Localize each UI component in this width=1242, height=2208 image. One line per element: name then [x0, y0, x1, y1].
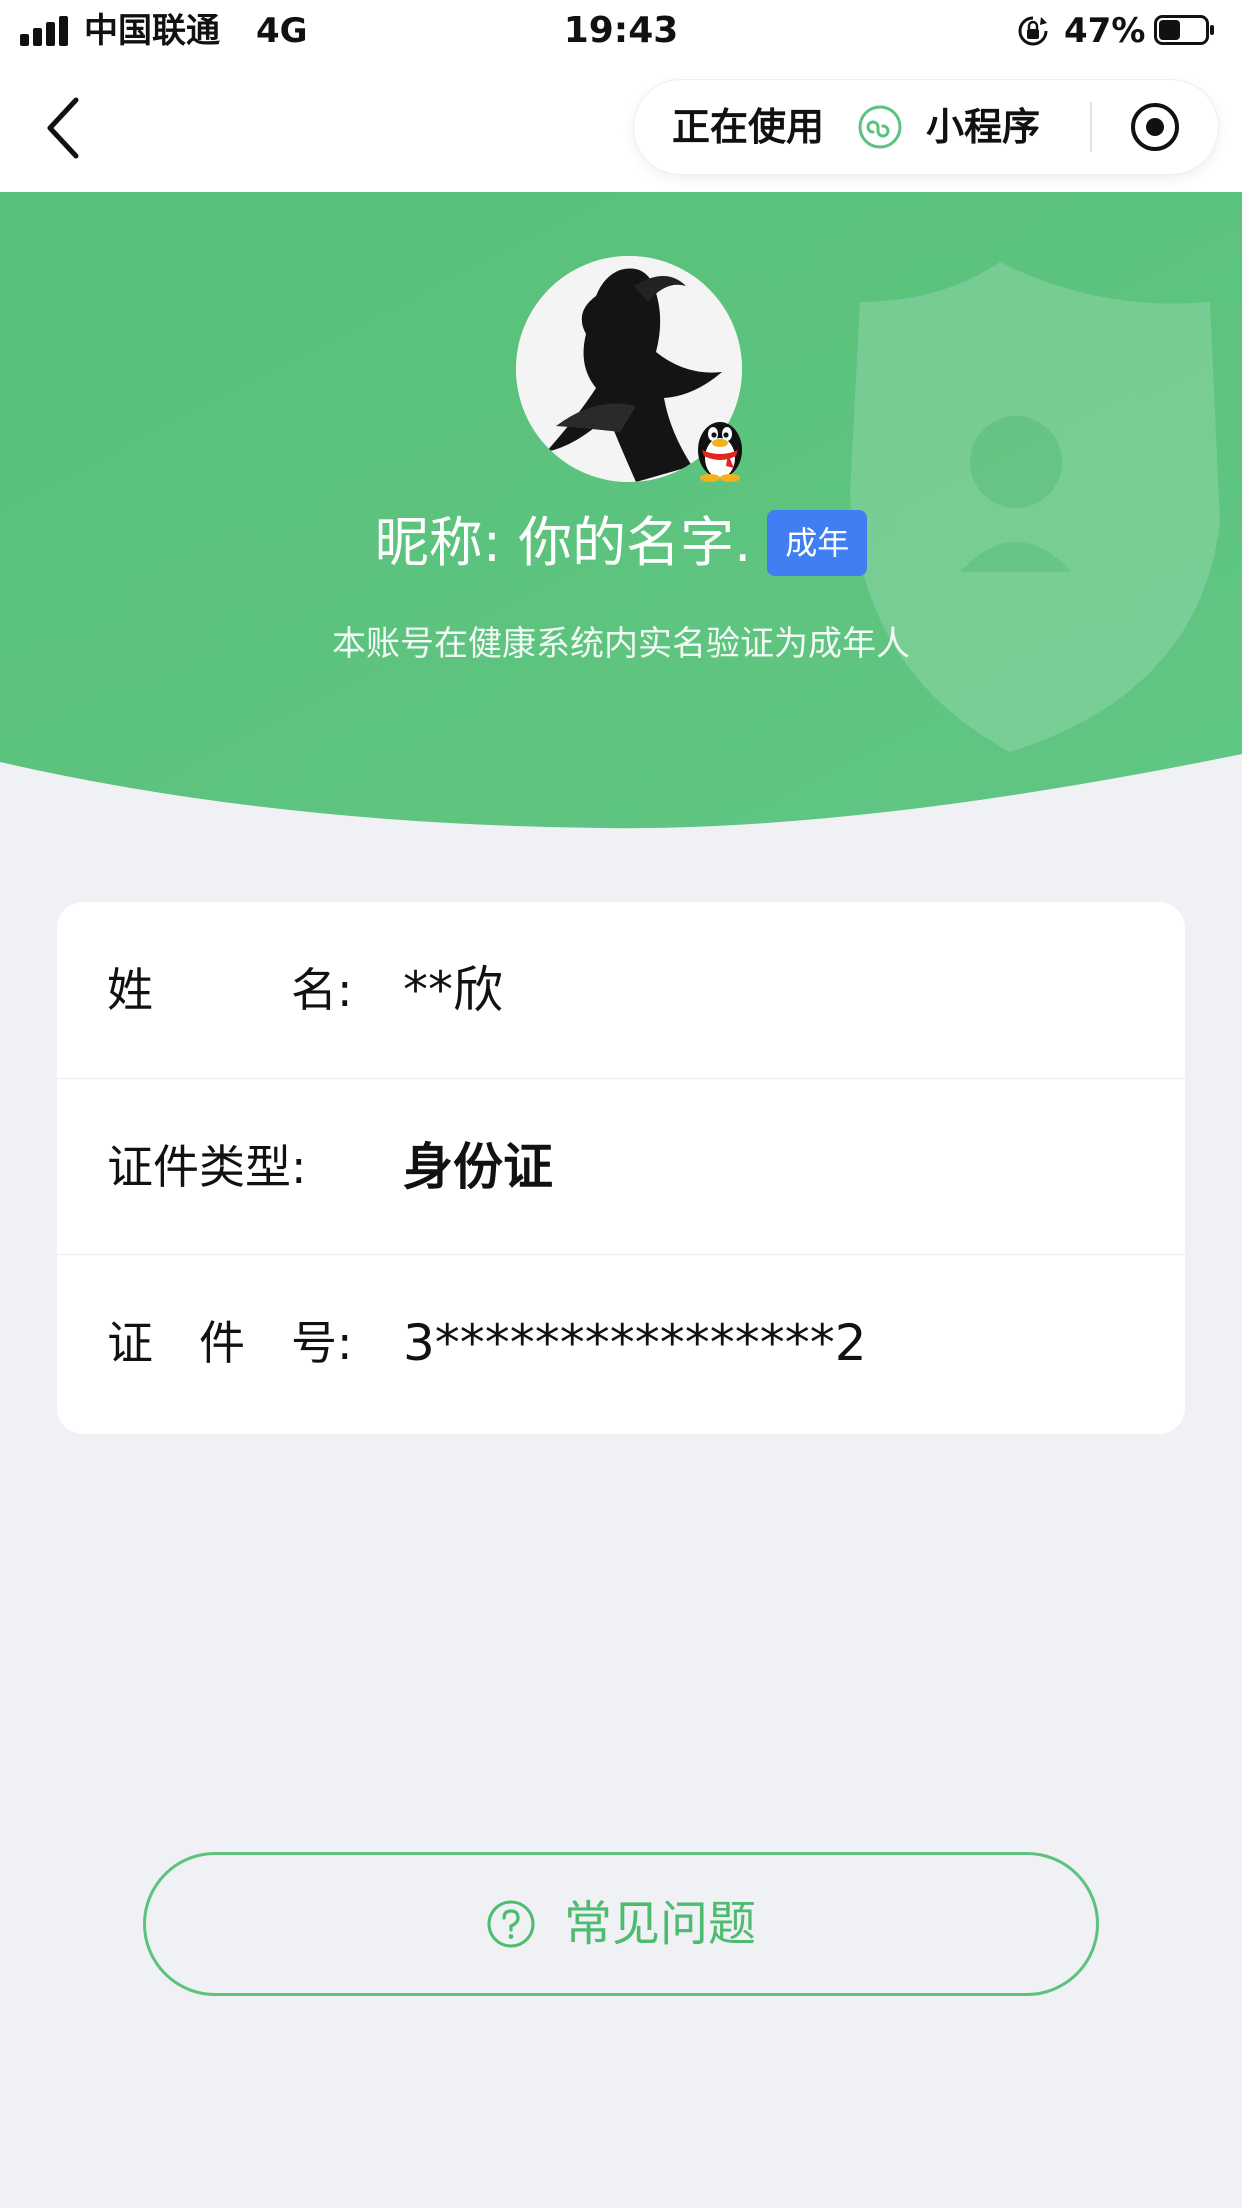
back-arrow-icon[interactable] — [36, 92, 96, 164]
page: 中国联通 4G 19:43 47% 正在使用 小程序 昵称: 你的名字. 成年 … — [0, 0, 1242, 2208]
info-row-id-number: 证 件 号: 3****************2 — [57, 1254, 1185, 1431]
adult-tag: 成年 — [767, 510, 868, 576]
id-type-value: 身份证 — [403, 1138, 553, 1196]
capsule-using-label[interactable]: 正在使用 — [672, 80, 824, 174]
nickname-row: 昵称: 你的名字. 成年 — [0, 508, 1242, 578]
profile-header: 昵称: 你的名字. 成年 本账号在健康系统内实名验证为成年人 — [0, 192, 1242, 832]
name-label: 姓 名: — [107, 963, 353, 1017]
question-circle-icon — [487, 1900, 535, 1948]
id-type-label: 证件类型: — [107, 1140, 307, 1194]
verification-note: 本账号在健康系统内实名验证为成年人 — [332, 624, 910, 664]
info-row-name: 姓 名: **欣 — [57, 902, 1185, 1078]
faq-label: 常见问题 — [563, 1896, 756, 1952]
mini-program-capsule: 正在使用 小程序 — [634, 80, 1218, 174]
identity-info-card: 姓 名: **欣 证件类型: 身份证 证 件 号: 3*************… — [57, 902, 1185, 1434]
status-bar: 中国联通 4G 19:43 47% — [0, 0, 1242, 64]
rotation-lock-icon — [1018, 16, 1048, 46]
status-time: 19:43 — [563, 10, 679, 51]
close-target-icon[interactable] — [1129, 101, 1181, 153]
faq-button[interactable]: 常见问题 — [143, 1852, 1099, 1996]
mini-program-icon — [858, 105, 902, 149]
name-value: **欣 — [403, 961, 503, 1019]
id-number-label: 证 件 号: — [107, 1316, 353, 1370]
faq-button-content: 常见问题 — [486, 1895, 756, 1953]
nickname: 昵称: 你的名字. — [374, 511, 752, 574]
info-row-id-type: 证件类型: 身份证 — [57, 1078, 1185, 1255]
id-number-value: 3****************2 — [403, 1314, 867, 1372]
capsule-mini-program-label[interactable]: 小程序 — [926, 80, 1040, 174]
battery-percent: 47% — [1064, 11, 1146, 51]
nav-bar: 正在使用 小程序 — [0, 64, 1242, 192]
capsule-divider — [1090, 102, 1092, 152]
qq-penguin-icon — [698, 422, 742, 482]
battery-icon — [1154, 15, 1214, 45]
